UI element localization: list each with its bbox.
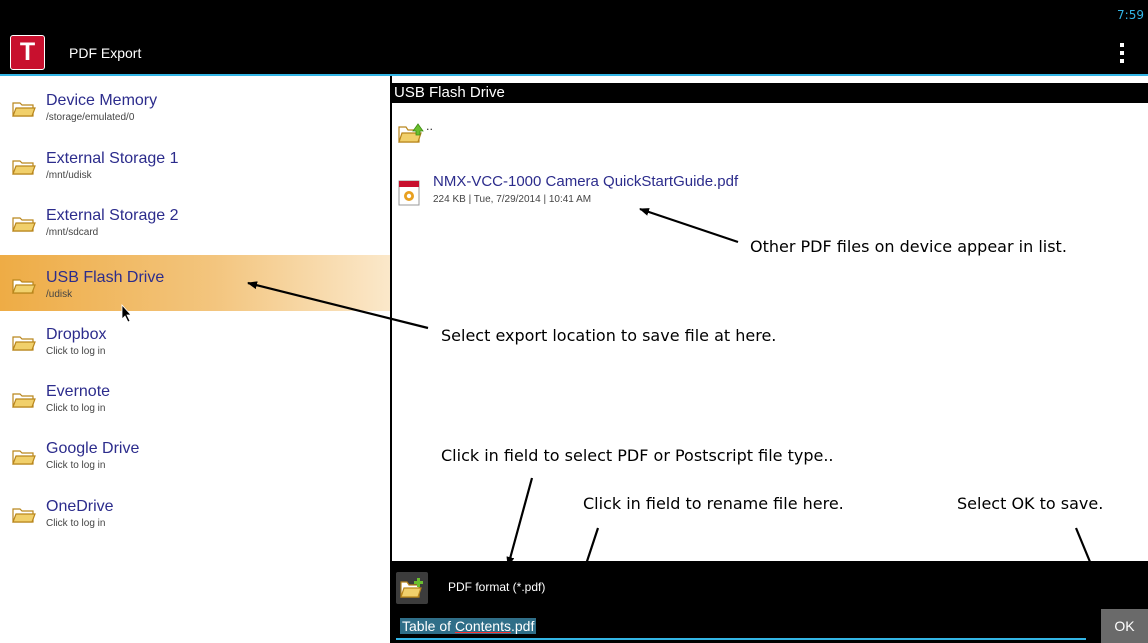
folder-icon — [12, 450, 36, 465]
annotation-arrow — [506, 477, 534, 567]
sidebar-item-path: /storage/emulated/0 — [46, 112, 135, 123]
pane-divider — [390, 76, 392, 643]
storage-sidebar: Device Memory /storage/emulated/0 Extern… — [0, 76, 390, 643]
sidebar-item-path: /mnt/sdcard — [46, 227, 99, 238]
folder-header: USB Flash Drive — [392, 83, 1148, 103]
sidebar-item-label: Google Drive — [46, 440, 140, 457]
sidebar-item-label: USB Flash Drive — [46, 269, 165, 286]
overflow-menu-icon[interactable] — [1120, 43, 1124, 63]
sidebar-item-label: Device Memory — [46, 92, 158, 109]
sidebar-item-path: Click to log in — [46, 403, 106, 414]
annotation-export-location: Select export location to save file at h… — [441, 326, 777, 345]
filename-extension: .pdf — [510, 618, 535, 634]
parent-folder-label: .. — [426, 120, 433, 133]
status-clock: 7:59 — [1117, 8, 1144, 22]
sidebar-item-onedrive[interactable]: OneDrive Click to log in — [0, 484, 390, 540]
annotation-pdf-files: Other PDF files on device appear in list… — [750, 237, 1067, 256]
status-bar: 7:59 — [0, 0, 1148, 32]
annotation-file-type: Click in field to select PDF or Postscri… — [441, 446, 834, 465]
sidebar-item-external-storage-1[interactable]: External Storage 1 /mnt/udisk — [0, 136, 390, 192]
sidebar-item-label: External Storage 2 — [46, 207, 179, 224]
pdf-file-icon — [398, 180, 420, 206]
folder-icon — [12, 102, 36, 117]
ok-button[interactable]: OK — [1101, 609, 1148, 643]
parent-folder-item[interactable]: .. — [398, 118, 458, 146]
app-logo-icon: T — [10, 35, 45, 70]
file-list-item[interactable]: NMX-VCC-1000 Camera QuickStartGuide.pdf … — [398, 170, 1098, 210]
sidebar-item-label: External Storage 1 — [46, 150, 179, 167]
sidebar-item-dropbox[interactable]: Dropbox Click to log in — [0, 312, 390, 368]
annotation-ok-save: Select OK to save. — [957, 494, 1104, 513]
sidebar-item-label: Dropbox — [46, 326, 107, 343]
filename-value: Table of Contents.pdf — [400, 618, 537, 634]
sidebar-item-path: Click to log in — [46, 346, 106, 357]
new-folder-icon — [400, 578, 423, 598]
filename-input[interactable]: Table of Contents.pdf — [396, 614, 1086, 640]
sidebar-item-label: OneDrive — [46, 498, 114, 515]
file-meta: 224 KB | Tue, 7/29/2014 | 10:41 AM — [433, 194, 592, 205]
folder-icon — [12, 393, 36, 408]
filename-part-misspelled: Contents — [454, 618, 511, 634]
folder-icon — [12, 336, 36, 351]
sidebar-item-path: Click to log in — [46, 518, 106, 529]
sidebar-item-evernote[interactable]: Evernote Click to log in — [0, 369, 390, 425]
file-name: NMX-VCC-1000 Camera QuickStartGuide.pdf — [433, 173, 739, 190]
sidebar-item-path: /udisk — [46, 289, 73, 300]
sidebar-item-external-storage-2[interactable]: External Storage 2 /mnt/sdcard — [0, 193, 390, 249]
annotation-arrow — [639, 207, 739, 244]
folder-icon — [12, 508, 36, 523]
action-bar: T PDF Export — [0, 32, 1148, 76]
file-format-value: PDF format (*.pdf) — [448, 580, 546, 594]
sidebar-item-label: Evernote — [46, 383, 111, 400]
folder-icon — [12, 217, 36, 232]
app-title: PDF Export — [69, 45, 142, 61]
sidebar-item-google-drive[interactable]: Google Drive Click to log in — [0, 426, 390, 482]
sidebar-item-path: /mnt/udisk — [46, 170, 92, 181]
sidebar-item-usb-flash-drive[interactable]: USB Flash Drive /udisk — [0, 255, 390, 311]
export-bottom-bar: PDF format (*.pdf) Table of Contents.pdf… — [392, 561, 1148, 643]
folder-icon — [12, 279, 36, 294]
file-format-select[interactable]: PDF format (*.pdf) — [438, 571, 1098, 605]
annotation-rename: Click in field to rename file here. — [583, 494, 844, 513]
filename-part: Table of — [402, 618, 455, 634]
sidebar-item-device-memory[interactable]: Device Memory /storage/emulated/0 — [0, 78, 390, 134]
new-folder-button[interactable] — [396, 572, 428, 604]
folder-up-icon — [398, 123, 424, 143]
sidebar-item-path: Click to log in — [46, 460, 106, 471]
folder-title: USB Flash Drive — [394, 84, 505, 101]
folder-icon — [12, 160, 36, 175]
